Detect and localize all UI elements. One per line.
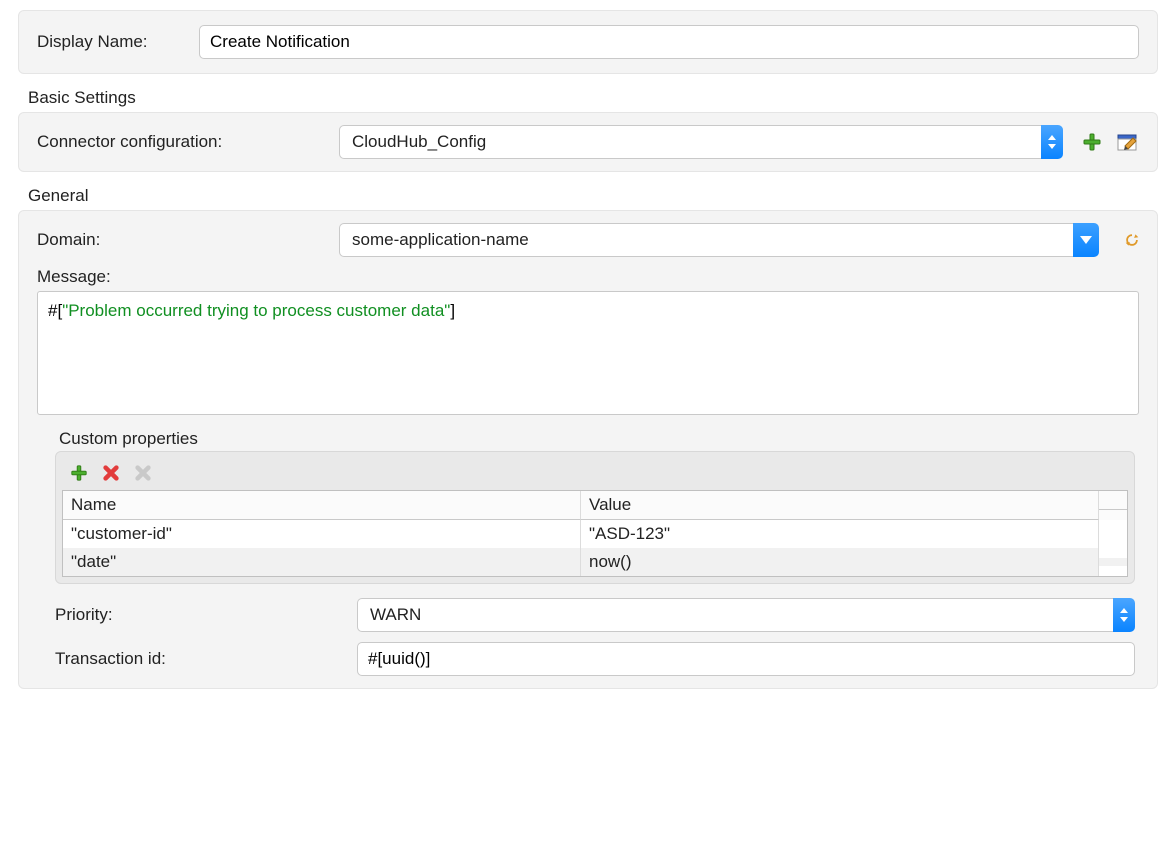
basic-settings-panel: Connector configuration: CloudHub_Config bbox=[18, 112, 1158, 172]
priority-value: WARN bbox=[370, 605, 421, 625]
domain-combo[interactable]: some-application-name bbox=[339, 223, 1099, 257]
priority-select[interactable]: WARN bbox=[357, 598, 1135, 632]
delete-property-button[interactable] bbox=[100, 462, 122, 484]
refresh-domain-button[interactable] bbox=[1117, 229, 1139, 251]
select-chevron-icon bbox=[1041, 125, 1063, 159]
col-name-header: Name bbox=[63, 491, 581, 520]
transaction-id-label: Transaction id: bbox=[55, 649, 345, 669]
delete-property-disabled-button bbox=[132, 462, 154, 484]
message-string: "Problem occurred trying to process cust… bbox=[62, 301, 450, 320]
transaction-id-input[interactable] bbox=[357, 642, 1135, 676]
table-row[interactable]: "date"now() bbox=[63, 548, 1127, 576]
message-textarea[interactable]: #["Problem occurred trying to process cu… bbox=[37, 291, 1139, 415]
domain-value: some-application-name bbox=[352, 230, 529, 250]
prop-value-cell: "ASD-123" bbox=[581, 520, 1099, 548]
select-chevron-icon bbox=[1113, 598, 1135, 632]
add-property-button[interactable] bbox=[68, 462, 90, 484]
add-config-button[interactable] bbox=[1081, 131, 1103, 153]
connector-config-select[interactable]: CloudHub_Config bbox=[339, 125, 1063, 159]
display-name-input[interactable] bbox=[199, 25, 1139, 59]
custom-properties-title: Custom properties bbox=[59, 429, 1135, 449]
display-name-label: Display Name: bbox=[37, 32, 187, 52]
general-title: General bbox=[28, 186, 1158, 206]
prop-name-cell: "date" bbox=[63, 548, 581, 576]
priority-label: Priority: bbox=[55, 605, 345, 625]
message-prefix: #[ bbox=[48, 301, 62, 320]
col-spacer-header bbox=[1099, 501, 1127, 510]
connector-config-label: Connector configuration: bbox=[37, 132, 327, 152]
prop-spacer-cell bbox=[1099, 558, 1127, 566]
domain-label: Domain: bbox=[37, 230, 327, 250]
general-panel: Domain: some-application-name Message: #… bbox=[18, 210, 1158, 689]
custom-properties-group: Custom properties bbox=[55, 429, 1135, 584]
combo-chevron-icon bbox=[1073, 223, 1099, 257]
basic-settings-title: Basic Settings bbox=[28, 88, 1158, 108]
col-value-header: Value bbox=[581, 491, 1099, 520]
message-suffix: ] bbox=[450, 301, 455, 320]
display-name-panel: Display Name: bbox=[18, 10, 1158, 74]
prop-name-cell: "customer-id" bbox=[63, 520, 581, 548]
prop-value-cell: now() bbox=[581, 548, 1099, 576]
prop-spacer-cell bbox=[1099, 530, 1127, 538]
connector-config-value: CloudHub_Config bbox=[352, 132, 486, 152]
table-row[interactable]: "customer-id""ASD-123" bbox=[63, 520, 1127, 548]
edit-config-button[interactable] bbox=[1117, 131, 1139, 153]
custom-properties-table: Name Value "customer-id""ASD-123""date"n… bbox=[62, 490, 1128, 577]
message-label: Message: bbox=[37, 267, 1139, 287]
